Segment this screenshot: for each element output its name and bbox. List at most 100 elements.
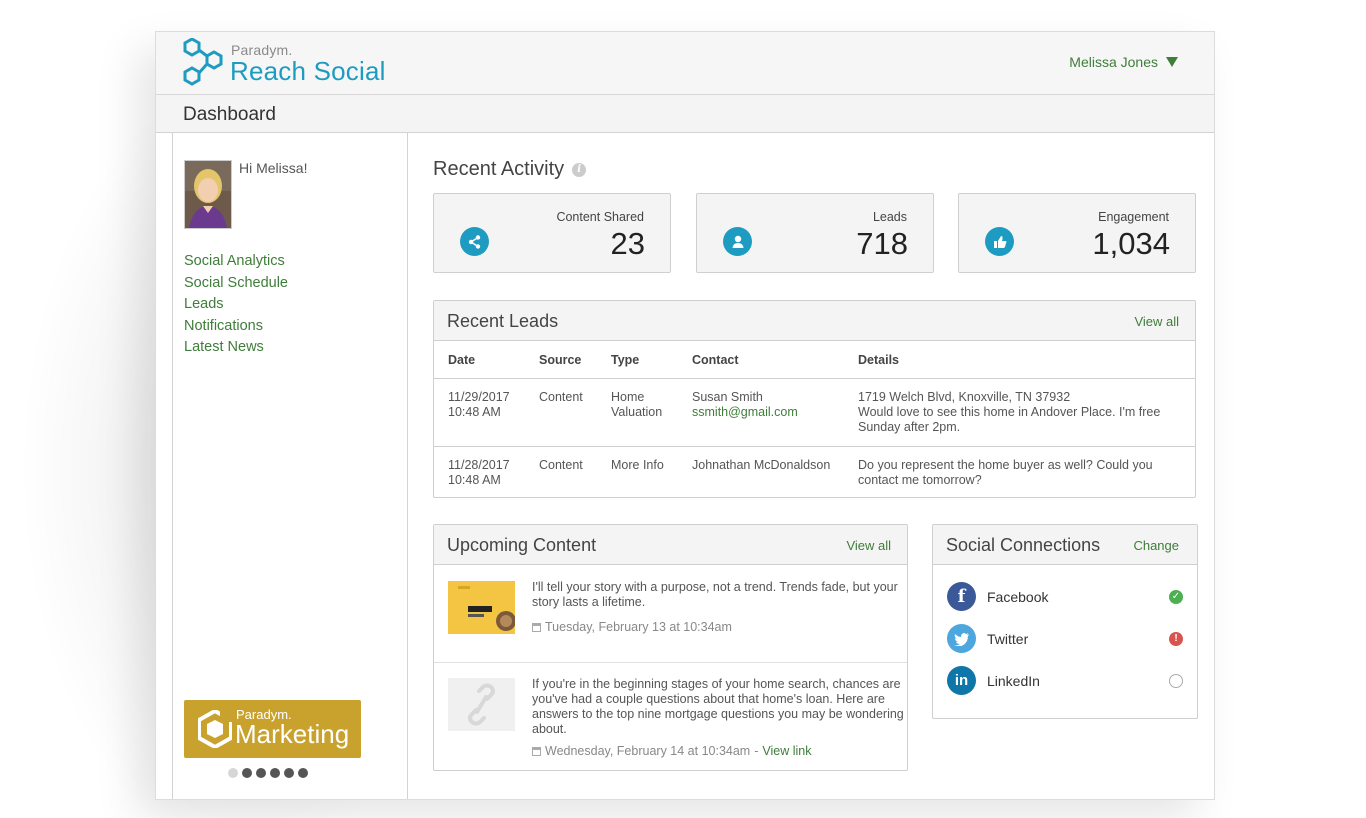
lead-email-link[interactable]: ssmith@gmail.com xyxy=(692,405,844,420)
social-network-name: Twitter xyxy=(987,630,1029,647)
user-photo-image xyxy=(185,161,231,228)
sidebar-item-latest-news[interactable]: Latest News xyxy=(184,337,288,359)
carousel-dot[interactable] xyxy=(242,768,252,778)
social-network-name: LinkedIn xyxy=(987,672,1040,689)
not-connected-circle-icon xyxy=(1169,673,1183,688)
carousel-dot[interactable] xyxy=(284,768,294,778)
thumbs-up-icon xyxy=(985,227,1014,256)
lead-type-cell: Home Valuation xyxy=(597,378,678,447)
lead-message: Do you represent the home buyer as well?… xyxy=(858,458,1153,487)
table-header-row: Date Source Type Contact Details xyxy=(434,341,1195,379)
top-bar: Paradym. Reach Social Melissa Jones xyxy=(156,32,1214,95)
lead-details-cell: 1719 Welch Blvd, Knoxville, TN 37932 Wou… xyxy=(844,378,1195,447)
twitter-icon xyxy=(947,624,976,653)
leads-table: Date Source Type Contact Details 11/29/2… xyxy=(434,341,1195,499)
sidebar-item-leads[interactable]: Leads xyxy=(184,294,288,316)
recent-leads-panel: Recent Leads View all Date Source Type C… xyxy=(433,300,1196,498)
column-header[interactable]: Type xyxy=(597,341,678,379)
hexagon-logo-icon xyxy=(183,38,223,86)
sidebar-item-notifications[interactable]: Notifications xyxy=(184,316,288,338)
recent-leads-title: Recent Leads xyxy=(447,311,559,331)
upcoming-view-all-link[interactable]: View all xyxy=(846,538,891,553)
sidebar-item-social-analytics[interactable]: Social Analytics xyxy=(184,251,288,273)
social-row-twitter[interactable]: Twitter ! xyxy=(947,624,1183,653)
promo-marketing-text: Marketing xyxy=(235,719,350,749)
linkedin-icon: in xyxy=(947,666,976,695)
lead-time: 10:48 AM xyxy=(448,473,501,487)
facebook-icon: f xyxy=(947,582,976,611)
lead-message: Would love to see this home in Andover P… xyxy=(858,405,1161,434)
lead-source: Content xyxy=(539,458,583,472)
calendar-icon xyxy=(532,746,541,756)
recent-activity-heading: Recent Activity i xyxy=(433,158,587,181)
lead-address: 1719 Welch Blvd, Knoxville, TN 37932 xyxy=(858,390,1071,404)
lead-type: Home xyxy=(611,390,645,404)
stat-card-content-shared[interactable]: Content Shared 23 xyxy=(433,193,671,273)
sidebar-nav: Social Analytics Social Schedule Leads N… xyxy=(184,251,288,359)
column-header[interactable]: Date xyxy=(434,341,525,379)
content-date-text: Wednesday, February 14 at 10:34am xyxy=(545,744,751,758)
social-row-facebook[interactable]: f Facebook ✓ xyxy=(947,582,1183,611)
upcoming-content-panel: Upcoming Content View all I'll tell your… xyxy=(433,524,908,771)
date-separator: - xyxy=(754,744,759,758)
list-item[interactable]: If you're in the beginning stages of you… xyxy=(434,663,907,770)
reach-social-logo[interactable]: Paradym. Reach Social xyxy=(183,38,386,88)
table-row[interactable]: 11/29/2017 10:48 AM Content Home Valuati… xyxy=(434,378,1195,447)
column-header[interactable]: Details xyxy=(844,341,1195,379)
change-connections-link[interactable]: Change xyxy=(1133,538,1179,553)
lead-date-cell: 11/29/2017 10:48 AM xyxy=(434,378,525,447)
sidebar-item-social-schedule[interactable]: Social Schedule xyxy=(184,273,288,295)
page-title: Dashboard xyxy=(183,104,276,125)
panel-header: Recent Leads View all xyxy=(434,301,1195,341)
stat-card-engagement[interactable]: Engagement 1,034 xyxy=(958,193,1196,273)
social-connections-title: Social Connections xyxy=(946,535,1101,555)
marketing-logo-icon xyxy=(198,710,232,748)
info-icon[interactable]: i xyxy=(572,162,587,177)
stat-label: Leads xyxy=(872,210,907,224)
stat-card-leads[interactable]: Leads 718 xyxy=(696,193,934,273)
user-menu[interactable]: Melissa Jones xyxy=(1069,54,1178,70)
social-network-name: Facebook xyxy=(987,588,1049,605)
stat-label: Content Shared xyxy=(556,210,644,224)
panel-header: Social Connections Change xyxy=(933,525,1197,565)
error-alert-icon: ! xyxy=(1169,631,1183,646)
upcoming-content-title: Upcoming Content xyxy=(447,535,597,555)
user-name: Melissa Jones xyxy=(1069,54,1158,70)
recent-activity-title: Recent Activity xyxy=(433,158,565,180)
carousel-dots xyxy=(228,768,308,778)
content-date-text: Tuesday, February 13 at 10:34am xyxy=(545,620,732,634)
caret-down-icon xyxy=(1166,57,1178,67)
carousel-dot[interactable] xyxy=(256,768,266,778)
logo-brand-text: Reach Social xyxy=(230,56,386,86)
carousel-dot[interactable] xyxy=(298,768,308,778)
sidebar: Hi Melissa! Social Analytics Social Sche… xyxy=(172,133,408,799)
paradym-marketing-banner[interactable]: Paradym. Marketing xyxy=(184,700,361,758)
lead-date-cell: 11/28/2017 10:48 AM xyxy=(434,447,525,500)
panel-header: Upcoming Content View all xyxy=(434,525,907,565)
carousel-dot[interactable] xyxy=(228,768,238,778)
table-row[interactable]: 11/28/2017 10:48 AM Content More Info Jo… xyxy=(434,447,1195,500)
app-window: Paradym. Reach Social Melissa Jones Dash… xyxy=(155,31,1215,800)
lead-contact-cell: Susan Smith ssmith@gmail.com xyxy=(678,378,844,447)
page-title-bar: Dashboard xyxy=(156,95,1214,133)
avatar[interactable] xyxy=(184,160,232,229)
carousel-dot[interactable] xyxy=(270,768,280,778)
column-header[interactable]: Contact xyxy=(678,341,844,379)
share-icon xyxy=(460,227,489,256)
view-link[interactable]: View link xyxy=(762,744,811,758)
lead-type: Valuation xyxy=(611,405,663,419)
social-row-linkedin[interactable]: in LinkedIn xyxy=(947,666,1183,695)
content-date: Tuesday, February 13 at 10:34am xyxy=(532,620,732,634)
lead-date: 11/29/2017 xyxy=(448,390,510,404)
column-header[interactable]: Source xyxy=(525,341,597,379)
lead-type: More Info xyxy=(611,458,664,472)
lead-date: 11/28/2017 xyxy=(448,458,510,472)
leads-view-all-link[interactable]: View all xyxy=(1134,314,1179,329)
link-placeholder-thumbnail xyxy=(448,678,515,731)
lead-contact-name: Susan Smith xyxy=(692,390,763,404)
calendar-icon xyxy=(532,622,541,632)
list-item[interactable]: I'll tell your story with a purpose, not… xyxy=(434,565,907,663)
link-icon xyxy=(468,683,495,726)
social-connections-panel: Social Connections Change f Facebook ✓ T… xyxy=(932,524,1198,719)
stat-value: 23 xyxy=(610,226,645,261)
